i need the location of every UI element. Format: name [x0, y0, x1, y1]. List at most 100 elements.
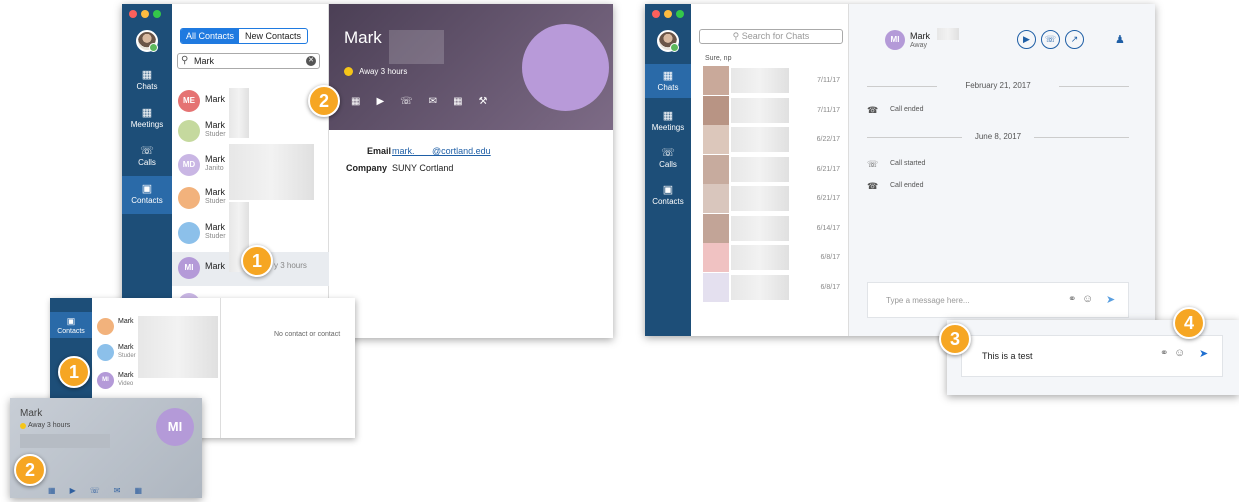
chat-avatar: [703, 154, 729, 184]
call-event: Call ended: [890, 106, 924, 113]
redacted-block: [731, 68, 789, 93]
close-window-button[interactable]: [129, 10, 137, 18]
redacted-block: [20, 434, 110, 448]
redacted-block: [937, 28, 959, 40]
first-chat-preview: Sure, np: [705, 55, 732, 62]
nav-meetings[interactable]: ▦ Meetings: [645, 110, 691, 132]
nav-contacts[interactable]: ▣ Contacts: [645, 184, 691, 206]
nav-meetings[interactable]: ▦ Meetings: [122, 107, 172, 129]
nav-calls[interactable]: ☏ Calls: [122, 145, 172, 167]
send-icon[interactable]: ➤: [1106, 293, 1115, 306]
contact-subtitle: Studer: [118, 353, 136, 359]
chat-row[interactable]: 6/8/17: [691, 243, 848, 272]
calendar-icon[interactable]: ▦: [134, 486, 142, 495]
phone-icon: ☏: [661, 147, 675, 159]
add-people-icon[interactable]: ♟: [1115, 33, 1125, 46]
nav-sidebar: ▦ Chats ▦ Meetings ☏ Calls ▣ Contacts: [122, 4, 172, 338]
attach-icon[interactable]: ⚭: [1160, 348, 1168, 359]
mail-icon[interactable]: ✉: [114, 486, 121, 495]
nav-contacts[interactable]: ▣ Contacts: [122, 176, 172, 214]
redacted-block: [731, 97, 789, 123]
redacted-block: [731, 186, 789, 211]
contact-avatar: [97, 344, 114, 361]
phone-icon[interactable]: ☏: [90, 486, 100, 495]
date-separator-label: February 21, 2017: [965, 81, 1031, 90]
mini-card-actions: ▦ ▶ ☏ ✉ ▦: [48, 486, 142, 495]
attach-icon[interactable]: ⚭: [1068, 294, 1076, 305]
nav-chats[interactable]: ▦ Chats: [122, 69, 172, 91]
tab-all-contacts[interactable]: All Contacts: [181, 29, 240, 43]
chat-row[interactable]: 7/11/17: [691, 66, 848, 95]
compose-text: This is a test: [982, 351, 1033, 361]
contacts-window: ▦ Chats ▦ Meetings ☏ Calls ▣ Contacts All Co…: [122, 4, 613, 338]
chat-date: 6/21/17: [816, 195, 840, 202]
search-value: Mark: [194, 56, 214, 66]
chat-search-input[interactable]: ⚲ Search for Chats: [699, 29, 843, 44]
contact-avatar: ME: [178, 90, 200, 112]
contacts-icon: ▣: [141, 183, 153, 195]
conversation-name: Mark: [910, 31, 930, 41]
contact-avatar: MI: [178, 257, 200, 279]
chat-row[interactable]: 6/8/17: [691, 272, 848, 302]
my-avatar[interactable]: [136, 30, 158, 52]
contact-subtitle: Video: [118, 381, 134, 387]
org-chart-icon[interactable]: ⚒: [479, 96, 488, 107]
nav-chats[interactable]: ▦ Chats: [645, 64, 691, 98]
send-icon[interactable]: ➤: [1199, 347, 1208, 360]
mail-icon[interactable]: ✉: [429, 96, 437, 107]
contact-subtitle: Studer: [205, 233, 226, 240]
chat-row[interactable]: 6/21/17: [691, 154, 848, 184]
chat-icon: ▦: [662, 70, 674, 82]
contact-row[interactable]: Mark Studer: [172, 217, 329, 249]
phone-icon: ☏: [140, 145, 154, 157]
nav-calls[interactable]: ☏ Calls: [645, 147, 691, 169]
redacted-block: [731, 127, 789, 152]
contact-row[interactable]: Mark Studer: [172, 115, 329, 147]
date-separator-label: June 8, 2017: [974, 132, 1022, 141]
zoom-window-button[interactable]: [153, 10, 161, 18]
chat-row[interactable]: 6/21/17: [691, 184, 848, 213]
contact-tabs: All Contacts New Contacts: [180, 28, 309, 44]
close-window-button[interactable]: [652, 10, 660, 18]
tab-new-contacts[interactable]: New Contacts: [239, 29, 307, 43]
chat-avatar: [703, 66, 729, 95]
contact-name: Mark: [205, 120, 225, 130]
audio-call-icon[interactable]: ☏: [1041, 30, 1060, 49]
contact-subtitle: Studer: [205, 198, 226, 205]
phone-icon[interactable]: ☏: [400, 96, 413, 107]
redacted-block: [731, 274, 789, 300]
mini-nav-contacts-label: Contacts: [57, 328, 85, 335]
minimize-window-button[interactable]: [664, 10, 672, 18]
chat-row[interactable]: 6/14/17: [691, 213, 848, 243]
email-link[interactable]: mark. @cortland.edu: [392, 146, 491, 156]
chat-row[interactable]: 7/11/17: [691, 95, 848, 125]
email-label: Email: [367, 146, 392, 156]
contact-row[interactable]: ME Mark: [172, 85, 329, 117]
my-avatar[interactable]: [657, 30, 679, 52]
video-icon[interactable]: ▶: [376, 96, 384, 107]
video-icon[interactable]: ▶: [70, 486, 76, 495]
conversation-actions: ▶ ☏ ↗: [1017, 30, 1084, 49]
chat-row[interactable]: 6/22/17: [691, 125, 848, 154]
chat-icon[interactable]: ▦: [351, 96, 360, 107]
minimize-window-button[interactable]: [141, 10, 149, 18]
calendar-icon[interactable]: ▦: [453, 96, 462, 107]
profile-panel: Mark Away 3 hours ▦ ▶ ☏ ✉ ▦ ⚒ 2 Email ma…: [308, 4, 613, 338]
search-input[interactable]: ⚲ Mark ✕: [177, 53, 320, 69]
emoji-icon[interactable]: ☺: [1082, 293, 1093, 305]
zoom-window-button[interactable]: [676, 10, 684, 18]
nav-contacts-label: Contacts: [652, 197, 684, 206]
message-input[interactable]: Type a message here... ⚭ ☺ ➤: [867, 282, 1129, 318]
share-screen-icon[interactable]: ↗: [1065, 30, 1084, 49]
profile-status: Away 3 hours: [359, 67, 408, 76]
compose-input[interactable]: This is a test ⚭ ☺ ➤: [961, 335, 1223, 377]
chat-icon[interactable]: ▦: [48, 486, 56, 495]
mini-nav-contacts[interactable]: ▣ Contacts: [50, 312, 92, 338]
contact-status-text: y 3 hours: [274, 261, 307, 270]
nav-chats-label: Chats: [136, 82, 158, 91]
video-call-icon[interactable]: ▶: [1017, 30, 1036, 49]
emoji-icon[interactable]: ☺: [1174, 347, 1185, 359]
clear-search-icon[interactable]: ✕: [306, 56, 316, 66]
redacted-block: [731, 245, 789, 270]
call-event: Call started: [890, 160, 926, 167]
